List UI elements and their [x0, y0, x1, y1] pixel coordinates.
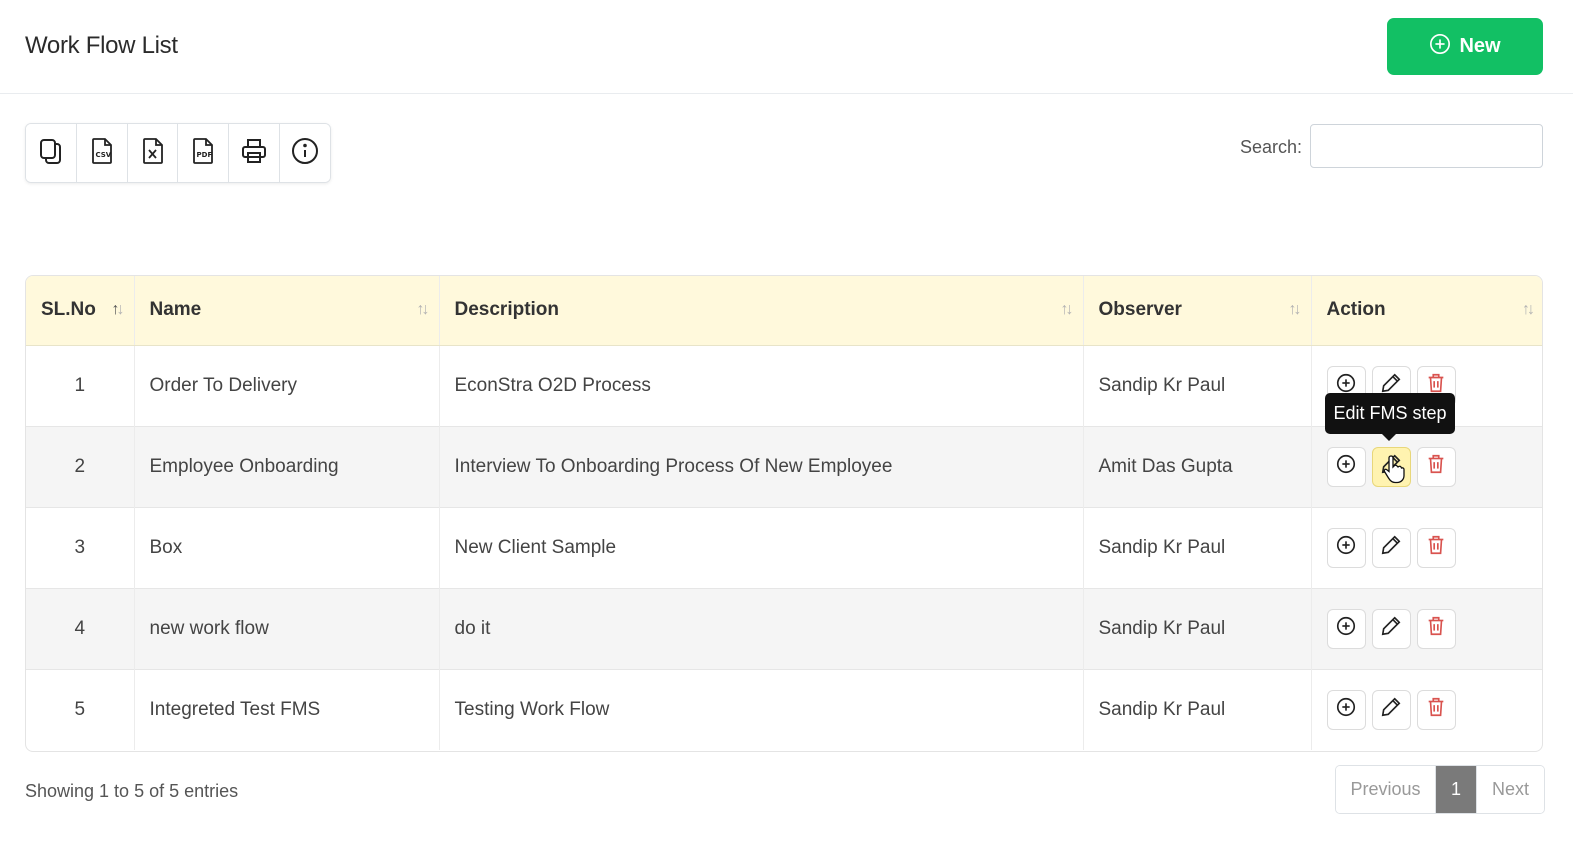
column-header-action[interactable]: Action ↑↓ — [1311, 276, 1542, 346]
cell-description: Interview To Onboarding Process Of New E… — [439, 426, 1084, 507]
copy-icon — [36, 136, 66, 171]
cell-description: EconStra O2D Process — [439, 345, 1084, 426]
add-step-button[interactable] — [1326, 446, 1366, 487]
info-icon — [290, 136, 320, 171]
delete-button[interactable] — [1416, 608, 1456, 649]
pdf-icon: PDF — [188, 136, 218, 171]
column-header-observer[interactable]: Observer ↑↓ — [1083, 276, 1312, 346]
cell-slno: 4 — [26, 588, 135, 669]
cell-observer: Sandip Kr Paul — [1083, 345, 1312, 426]
hand-cursor-icon — [1383, 454, 1407, 484]
cell-description: New Client Sample — [439, 507, 1084, 588]
trash-icon — [1425, 615, 1447, 643]
sort-asc-icon: ↑↓ — [111, 301, 125, 319]
page-1-button[interactable]: 1 — [1436, 766, 1476, 813]
plus-circle-icon — [1335, 534, 1357, 562]
cell-slno: 2 — [26, 426, 135, 507]
plus-circle-icon — [1335, 696, 1357, 724]
cell-observer: Amit Das Gupta — [1083, 426, 1312, 507]
pencil-icon — [1380, 696, 1402, 724]
svg-text:PDF: PDF — [197, 151, 213, 159]
workflow-list-page: Work Flow List New CSV PDF Search: SL.No… — [0, 0, 1573, 865]
info-button[interactable] — [280, 124, 330, 182]
table-row: 3 Box New Client Sample Sandip Kr Paul — [26, 507, 1542, 588]
cell-slno: 5 — [26, 669, 135, 750]
new-button-label: New — [1459, 35, 1501, 57]
add-step-button[interactable] — [1326, 689, 1366, 730]
csv-button[interactable]: CSV — [76, 124, 128, 182]
print-button[interactable] — [229, 124, 281, 182]
cell-name: Employee Onboarding — [134, 426, 440, 507]
cell-actions — [1311, 588, 1542, 669]
sort-icon: ↑↓ — [1288, 301, 1302, 319]
page-header: Work Flow List New — [0, 0, 1573, 94]
cell-slno: 3 — [26, 507, 135, 588]
table-header-row: SL.No ↑↓ Name ↑↓ Description ↑↓ Observer ↑↓ … — [26, 276, 1542, 346]
copy-button[interactable] — [26, 124, 77, 182]
column-header-slno[interactable]: SL.No ↑↓ — [26, 276, 135, 346]
cell-actions — [1311, 669, 1542, 750]
edit-fms-step-tooltip: Edit FMS step — [1325, 393, 1455, 441]
cell-description: do it — [439, 588, 1084, 669]
edit-step-button[interactable] — [1371, 689, 1411, 730]
cell-name: new work flow — [134, 588, 440, 669]
pencil-icon — [1380, 534, 1402, 562]
next-page-button[interactable]: Next — [1476, 766, 1544, 813]
sort-icon: ↑↓ — [1060, 301, 1074, 319]
delete-button[interactable] — [1416, 689, 1456, 730]
search-label: Search: — [1240, 137, 1303, 157]
cell-description: Testing Work Flow — [439, 669, 1084, 750]
edit-step-button[interactable] — [1371, 608, 1411, 649]
cell-actions — [1311, 426, 1542, 507]
cell-observer: Sandip Kr Paul — [1083, 507, 1312, 588]
sort-icon: ↑↓ — [1522, 301, 1535, 319]
entries-info: Showing 1 to 5 of 5 entries — [25, 781, 239, 801]
search-input[interactable] — [1310, 124, 1543, 168]
pagination: Previous 1 Next — [1335, 765, 1545, 814]
column-header-description[interactable]: Description ↑↓ — [439, 276, 1084, 346]
pdf-button[interactable]: PDF — [178, 124, 230, 182]
trash-icon — [1425, 696, 1447, 724]
delete-button[interactable] — [1416, 446, 1456, 487]
cell-name: Integreted Test FMS — [134, 669, 440, 750]
export-toolbar: CSV PDF — [25, 123, 331, 183]
cell-actions — [1311, 507, 1542, 588]
table-row: 4 new work flow do it Sandip Kr Paul — [26, 588, 1542, 669]
table-row: 1 Order To Delivery EconStra O2D Process… — [26, 345, 1542, 426]
cell-slno: 1 — [26, 345, 135, 426]
svg-text:CSV: CSV — [95, 151, 111, 159]
print-icon — [239, 136, 269, 171]
column-header-name[interactable]: Name ↑↓ — [134, 276, 440, 346]
trash-icon — [1425, 534, 1447, 562]
pencil-icon — [1380, 615, 1402, 643]
sort-icon: ↑↓ — [416, 301, 430, 319]
edit-step-button[interactable] — [1371, 527, 1411, 568]
csv-icon: CSV — [87, 136, 117, 171]
previous-page-button[interactable]: Previous — [1336, 766, 1436, 813]
page-title: Work Flow List — [25, 32, 178, 59]
excel-button[interactable] — [127, 124, 179, 182]
table-row: 2 Employee Onboarding Interview To Onboa… — [26, 426, 1542, 507]
cell-name: Order To Delivery — [134, 345, 440, 426]
add-step-button[interactable] — [1326, 527, 1366, 568]
excel-icon — [138, 136, 168, 171]
delete-button[interactable] — [1416, 527, 1456, 568]
table-row: 5 Integreted Test FMS Testing Work Flow … — [26, 669, 1542, 750]
trash-icon — [1425, 453, 1447, 481]
plus-circle-icon — [1335, 615, 1357, 643]
workflow-table: SL.No ↑↓ Name ↑↓ Description ↑↓ Observer ↑↓ … — [25, 275, 1543, 752]
plus-circle-icon — [1429, 33, 1451, 61]
new-workflow-button[interactable]: New — [1387, 18, 1543, 75]
cell-name: Box — [134, 507, 440, 588]
cell-observer: Sandip Kr Paul — [1083, 669, 1312, 750]
add-step-button[interactable] — [1326, 608, 1366, 649]
cell-observer: Sandip Kr Paul — [1083, 588, 1312, 669]
plus-circle-icon — [1335, 453, 1357, 481]
